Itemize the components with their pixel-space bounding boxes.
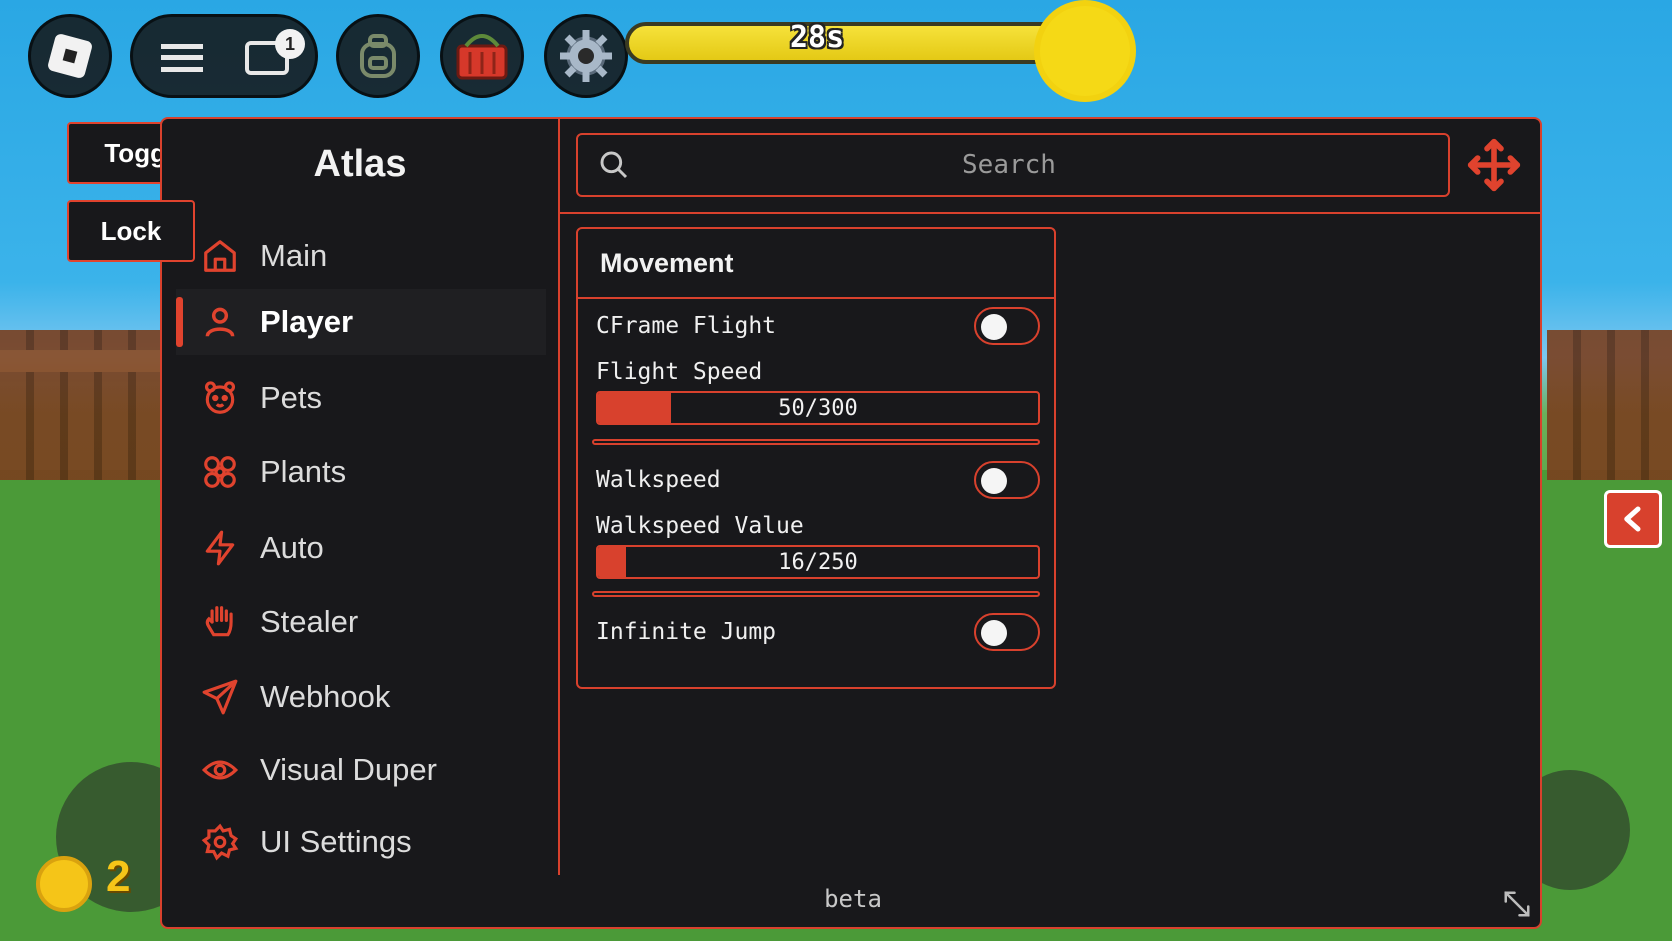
lightning-icon	[200, 528, 240, 568]
sidebar-item-auto[interactable]: Auto	[176, 515, 546, 581]
lock-button[interactable]: Lock	[67, 200, 195, 262]
hand-icon	[200, 602, 240, 642]
fence-right	[1547, 330, 1672, 480]
move-icon[interactable]	[1466, 137, 1522, 193]
divider	[592, 591, 1040, 597]
settings-button[interactable]	[544, 14, 628, 98]
hud-pill: 1	[130, 14, 318, 98]
coin-count: 2	[106, 852, 131, 901]
sidebar-item-main[interactable]: Main	[176, 223, 546, 289]
collapse-button[interactable]	[1604, 490, 1662, 548]
sidebar-item-label: Main	[260, 238, 328, 273]
walkspeed-toggle[interactable]	[974, 461, 1040, 499]
toggle-knob	[981, 314, 1007, 340]
basket-icon	[456, 34, 508, 80]
timer-text: 28s	[790, 20, 845, 55]
movement-section: Movement CFrame Flight Flight Speed 50/3…	[576, 227, 1056, 689]
walkspeed-slider[interactable]: 16/250	[596, 545, 1040, 579]
sidebar-item-player[interactable]: Player	[176, 289, 546, 355]
user-icon	[200, 302, 240, 342]
sidebar-item-plants[interactable]: Plants	[176, 439, 546, 505]
resize-icon[interactable]	[1502, 889, 1532, 919]
sidebar-item-label: Pets	[260, 380, 323, 415]
hamburger-icon[interactable]	[161, 44, 203, 72]
flight-speed-slider[interactable]: 50/300	[596, 391, 1040, 425]
search-icon	[598, 149, 630, 181]
sidebar-item-label: Plants	[260, 454, 347, 489]
coin-icon	[36, 856, 92, 912]
roblox-menu-button[interactable]	[28, 14, 112, 98]
backpack-button[interactable]	[336, 14, 420, 98]
cframe-flight-toggle[interactable]	[974, 307, 1040, 345]
sidebar-item-label: Stealer	[260, 604, 359, 639]
backpack-icon	[360, 34, 396, 78]
sidebar-item-visual-duper[interactable]: Visual Duper	[176, 737, 546, 803]
toggle-knob	[981, 620, 1007, 646]
walkspeed-value-label: Walkspeed Value	[596, 513, 804, 539]
sidebar-item-label: Visual Duper	[260, 752, 437, 787]
timer-bar	[625, 22, 1065, 64]
roblox-logo-icon	[46, 32, 94, 80]
section-title: Movement	[578, 229, 1054, 299]
sidebar-item-label: Webhook	[260, 679, 391, 714]
sidebar-item-ui-settings[interactable]: UI Settings	[176, 809, 546, 875]
atlas-window: Atlas Main Player Pets Plants Auto Steal…	[160, 117, 1542, 929]
sun-icon	[1040, 6, 1130, 96]
search-input[interactable]	[630, 135, 1448, 195]
header-divider	[558, 212, 1540, 214]
sidebar-item-label: UI Settings	[260, 824, 412, 859]
window-title: Atlas	[313, 143, 407, 185]
toggle-knob	[981, 468, 1007, 494]
eye-icon	[200, 750, 240, 790]
gear-icon	[560, 30, 612, 82]
footer-text: beta	[824, 885, 882, 913]
walkspeed-label: Walkspeed	[596, 467, 721, 493]
search-box[interactable]	[576, 133, 1450, 197]
flight-speed-value: 50/300	[778, 395, 858, 421]
sidebar-divider	[558, 119, 560, 875]
sidebar-item-pets[interactable]: Pets	[176, 365, 546, 431]
sidebar-item-stealer[interactable]: Stealer	[176, 589, 546, 655]
infinite-jump-label: Infinite Jump	[596, 619, 777, 645]
infinite-jump-toggle[interactable]	[974, 613, 1040, 651]
shop-button[interactable]	[440, 14, 524, 98]
chat-badge: 1	[275, 29, 305, 59]
flight-speed-label: Flight Speed	[596, 359, 763, 385]
divider	[592, 439, 1040, 445]
sidebar-item-webhook[interactable]: Webhook	[176, 664, 546, 730]
sidebar-item-label: Auto	[260, 530, 324, 565]
walkspeed-value: 16/250	[778, 549, 858, 575]
chevron-left-icon	[1624, 506, 1641, 532]
send-icon	[200, 677, 240, 717]
gear-icon	[200, 822, 240, 862]
home-icon	[200, 236, 240, 276]
cframe-flight-label: CFrame Flight	[596, 313, 777, 339]
flower-icon	[200, 452, 240, 492]
sidebar-item-label: Player	[260, 304, 354, 339]
paw-icon	[200, 378, 240, 418]
fence-left	[0, 330, 170, 480]
